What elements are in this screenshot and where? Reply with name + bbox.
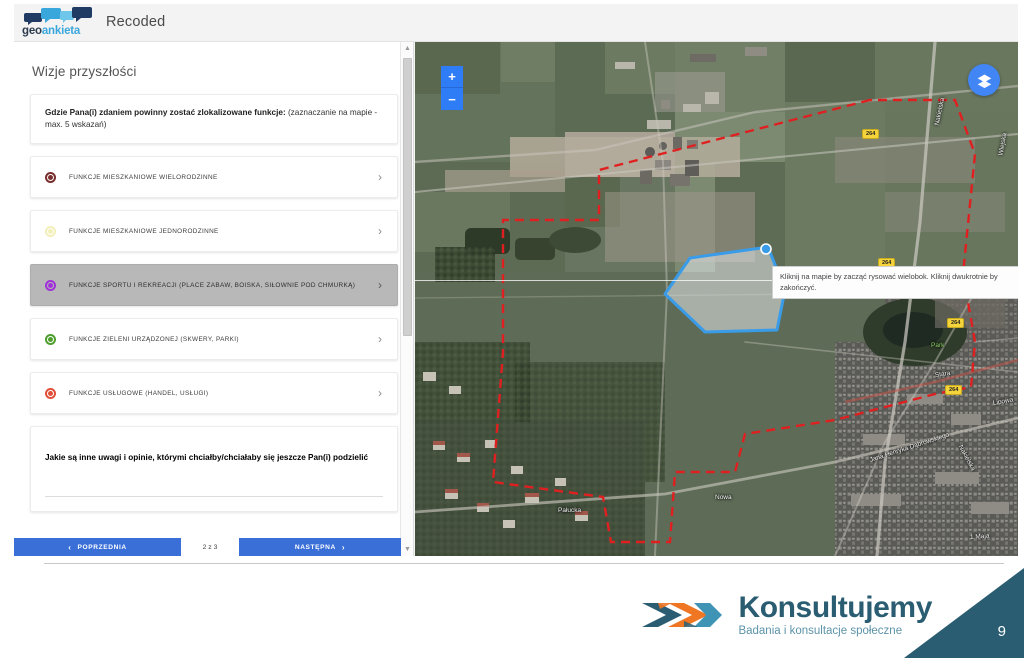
chevron-right-icon[interactable]: › (373, 279, 387, 291)
scrollbar-thumb[interactable] (403, 58, 412, 336)
chevron-right-icon: › (341, 542, 346, 552)
panel-scrollbar[interactable]: ▲ ▼ (400, 42, 413, 556)
application-screenshot: geoankieta Recoded Wizje przyszłości Gdz… (14, 4, 1018, 556)
open-answer-input[interactable] (45, 496, 383, 497)
road-shield-264: 264 (947, 318, 965, 328)
open-question-text: Jakie są inne uwagi i opinie, którymi ch… (45, 453, 383, 462)
map-layers-button[interactable] (968, 64, 1000, 96)
logo-ankieta-text: ankieta (41, 25, 81, 37)
chevron-right-icon[interactable]: › (373, 171, 387, 183)
option-row-sport-i-rekreacja[interactable]: FUNKCJE SPORTU I REKREACJI (PLACE ZABAW,… (30, 264, 398, 306)
konsultujemy-logo-icon (642, 603, 723, 627)
question-list: Gdzie Pana(i) zdaniem powinny zostać zlo… (14, 94, 413, 524)
previous-page-button[interactable]: ‹ POPRZEDNIA (14, 538, 181, 556)
open-question-label: Jakie są inne uwagi i opinie, którymi ch… (45, 453, 369, 462)
app-title: Recoded (106, 14, 166, 30)
option-row-mieszkaniowe-jednorodzinne[interactable]: FUNKCJE MIESZKANIOWE JEDNORODZINNE › (30, 210, 398, 252)
road-shield-264: 264 (945, 385, 963, 395)
layers-icon (977, 74, 991, 88)
category-color-icon (45, 333, 56, 345)
category-color-icon (45, 387, 56, 399)
question-text: Gdzie Pana(i) zdaniem powinny zostać zlo… (45, 107, 383, 130)
option-row-zielen-urzadzona[interactable]: FUNKCJE ZIELENI URZĄDZONEJ (SKWERY, PARK… (30, 318, 398, 360)
option-row-uslugowe[interactable]: FUNKCJE USŁUGOWE (HANDEL, USŁUGI) › (30, 372, 398, 414)
slide-page-number: 9 (997, 623, 1006, 640)
category-color-icon (45, 279, 56, 291)
scroll-down-arrow-icon[interactable]: ▼ (401, 543, 413, 556)
road-shield-264: 264 (862, 129, 880, 139)
satellite-map-imagery (415, 42, 1018, 556)
zoom-out-button[interactable]: − (441, 88, 463, 110)
open-question-card: Jakie są inne uwagi i opinie, którymi ch… (30, 426, 398, 512)
category-color-icon (45, 171, 56, 183)
option-label: FUNKCJE ZIELENI URZĄDZONEJ (SKWERY, PARK… (69, 335, 239, 343)
footer-divider (44, 563, 1004, 564)
app-header: geoankieta Recoded (14, 4, 1018, 42)
survey-panel: Wizje przyszłości Gdzie Pana(i) zdaniem … (14, 42, 414, 556)
scroll-up-arrow-icon[interactable]: ▲ (401, 42, 413, 55)
map-zoom-controls[interactable]: + − (441, 66, 463, 110)
question-card: Gdzie Pana(i) zdaniem powinny zostać zlo… (30, 94, 398, 144)
brand-tagline: Badania i konsultacje społeczne (738, 625, 903, 637)
page-counter: 2 z 3 (181, 538, 239, 556)
chevron-left-icon: ‹ (68, 542, 72, 552)
map-draw-tooltip: Kliknij na mapie by zacząć rysować wielo… (772, 266, 1018, 299)
option-label: FUNKCJE USŁUGOWE (HANDEL, USŁUGI) (69, 389, 209, 397)
map-viewport[interactable]: 264 264 264 264 Nakielska Wiejska Stara … (415, 42, 1018, 556)
previous-label: POPRZEDNIA (77, 543, 127, 551)
option-row-mieszkaniowe-wielorodzinne[interactable]: FUNKCJE MIESZKANIOWE WIELORODZINNE › (30, 156, 398, 198)
logo-wordmark: geoankieta (22, 25, 80, 38)
logo-geo-text: geo (22, 25, 42, 37)
option-label: FUNKCJE SPORTU I REKREACJI (PLACE ZABAW,… (69, 281, 356, 289)
next-label: NASTĘPNA (294, 543, 336, 551)
slide-root: geoankieta Recoded Wizje przyszłości Gdz… (0, 0, 1024, 658)
speech-bubbles-icon (24, 7, 92, 25)
brand-text-block: Konsultujemy Badania i konsultacje społe… (738, 592, 932, 638)
question-bold: Gdzie Pana(i) zdaniem powinny zostać zlo… (45, 108, 286, 117)
konsultujemy-branding: Konsultujemy Badania i konsultacje społe… (638, 592, 932, 638)
option-label: FUNKCJE MIESZKANIOWE JEDNORODZINNE (69, 227, 219, 235)
chevron-right-icon[interactable]: › (373, 225, 387, 237)
brand-name: Konsultujemy (738, 591, 932, 624)
option-label: FUNKCJE MIESZKANIOWE WIELORODZINNE (69, 173, 218, 181)
next-page-button[interactable]: NASTĘPNA › (239, 538, 401, 556)
geoankieta-logo[interactable]: geoankieta (20, 6, 96, 40)
chevron-right-icon[interactable]: › (373, 387, 387, 399)
zoom-in-button[interactable]: + (441, 66, 463, 88)
page-title: Wizje przyszłości (32, 64, 137, 79)
survey-navigation: ‹ POPRZEDNIA 2 z 3 NASTĘPNA › (14, 538, 401, 556)
chevron-right-icon[interactable]: › (373, 333, 387, 345)
category-color-icon (45, 225, 56, 237)
